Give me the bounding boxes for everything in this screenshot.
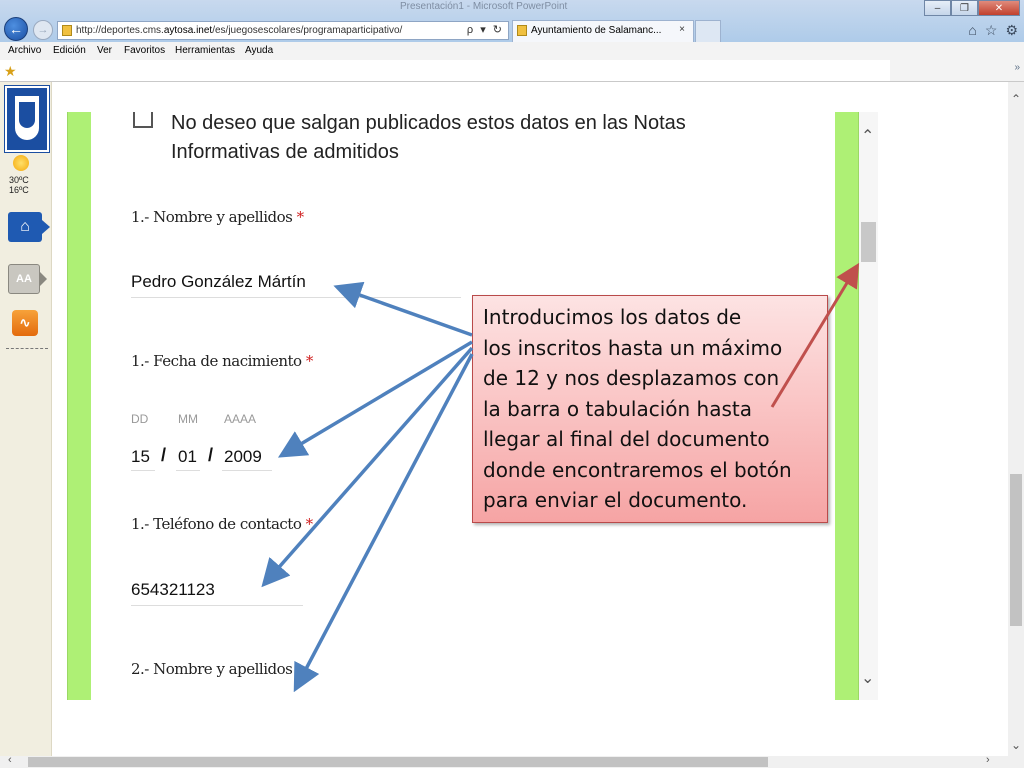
tab-favicon-icon: [517, 25, 527, 36]
back-button[interactable]: ←: [4, 17, 28, 41]
chevron-up-icon[interactable]: ⌃: [861, 126, 874, 146]
q2-name-label: 2.- Nombre y apellidos: [131, 660, 293, 678]
chevron-right-icon[interactable]: ›: [986, 754, 990, 766]
home-icon[interactable]: ⌂: [968, 22, 976, 39]
tab-close-button[interactable]: ×: [679, 24, 685, 35]
publish-optout-label: No deseo que salgan publicados estos dat…: [171, 112, 686, 163]
temp-high: 30ºC: [9, 175, 29, 185]
close-icon: ✕: [994, 2, 1004, 14]
favorites-star-icon[interactable]: ★: [4, 63, 17, 80]
favorites-bar-extension: [890, 60, 1024, 81]
site-sidebar: 30ºC 16ºC ⌂ AA ∿: [0, 82, 52, 756]
sun-icon: [13, 155, 29, 171]
dd-input[interactable]: 15: [131, 447, 150, 467]
sidebar-divider: [6, 348, 48, 349]
q1-name-label: 1.- Nombre y apellidos *: [131, 208, 304, 226]
aaaa-underline: [222, 470, 272, 471]
window-controls: – ❐ ✕: [924, 0, 1020, 16]
chevron-left-icon[interactable]: ‹: [8, 754, 12, 766]
favorites-more-button[interactable]: »: [1014, 62, 1020, 73]
rss-button[interactable]: ∿: [12, 310, 38, 336]
page-vertical-scrollbar[interactable]: ⌃ ⌄: [1008, 82, 1024, 756]
url-prefix: http://deportes.cms.: [76, 25, 164, 36]
restore-button[interactable]: ❐: [951, 0, 978, 16]
aaaa-input[interactable]: 2009: [224, 447, 262, 467]
menu-ver[interactable]: Ver: [97, 45, 112, 56]
forward-arrow-icon: →: [37, 24, 49, 36]
instruction-callout: Introducimos los datos de los inscritos …: [472, 295, 828, 523]
home-icon: ⌂: [20, 218, 30, 235]
minimize-button[interactable]: –: [924, 0, 951, 16]
mm-underline: [176, 470, 200, 471]
form-scrollbar[interactable]: ⌃ ⌄: [859, 112, 878, 700]
chevron-up-icon[interactable]: ⌃: [1011, 92, 1021, 106]
menu-bar: Archivo Edición Ver Favoritos Herramient…: [0, 42, 1024, 60]
q1-phone-label: 1.- Teléfono de contacto *: [131, 515, 313, 533]
toolbar-icons: ⌂ ☆ ⚙: [968, 22, 1018, 39]
restore-icon: ❐: [960, 2, 969, 14]
date-separator: /: [161, 445, 167, 465]
chevron-down-icon[interactable]: ⌄: [1011, 738, 1021, 752]
address-tools[interactable]: ρ ▾ ↻: [467, 23, 504, 36]
close-window-button[interactable]: ✕: [978, 0, 1020, 16]
menu-favoritos[interactable]: Favoritos: [124, 45, 165, 56]
mm-input[interactable]: 01: [178, 447, 197, 467]
menu-ayuda[interactable]: Ayuda: [245, 45, 273, 56]
q1-name-input[interactable]: Pedro González Mártín: [131, 272, 306, 292]
url-domain: aytosa.inet: [163, 25, 213, 36]
page-scrollbar-thumb[interactable]: [1010, 474, 1022, 626]
publish-optout-checkbox[interactable]: [133, 112, 153, 128]
star-icon[interactable]: ☆: [985, 22, 998, 39]
q1-phone-underline: [131, 605, 303, 606]
browser-tab[interactable]: Ayuntamiento de Salamanc... ×: [512, 20, 694, 42]
form-scrollbar-thumb[interactable]: [861, 222, 876, 262]
aaaa-label: AAAA: [224, 412, 257, 426]
browser-titlebar: Presentación1 - Microsoft PowerPoint ← →…: [0, 0, 1024, 42]
rss-icon: ∿: [19, 315, 31, 330]
site-favicon-icon: [62, 25, 72, 36]
text-size-icon: AA: [16, 273, 32, 285]
text-size-button[interactable]: AA: [8, 264, 47, 294]
screen: Presentación1 - Microsoft PowerPoint ← →…: [0, 0, 1024, 768]
green-border-left: [67, 112, 91, 700]
forward-button[interactable]: →: [33, 20, 53, 40]
menu-herramientas[interactable]: Herramientas: [175, 45, 235, 56]
sidebar-home-button[interactable]: ⌂: [8, 212, 50, 242]
coat-of-arms-icon[interactable]: [4, 85, 50, 153]
minimize-icon: –: [934, 2, 941, 14]
back-arrow-icon: ←: [9, 21, 23, 37]
q1-birth-label: 1.- Fecha de nacimiento *: [131, 352, 313, 370]
tab-title: Ayuntamiento de Salamanc...: [531, 25, 662, 36]
dd-underline: [131, 470, 155, 471]
url-path: /es/juegosescolares/programaparticipativ…: [212, 25, 403, 36]
mm-label: MM: [178, 412, 198, 426]
menu-edicion[interactable]: Edición: [53, 45, 86, 56]
new-tab-button[interactable]: [695, 20, 721, 42]
dd-label: DD: [131, 412, 149, 426]
q1-phone-input[interactable]: 654321123: [131, 580, 215, 600]
gear-icon[interactable]: ⚙: [1005, 22, 1018, 39]
menu-archivo[interactable]: Archivo: [8, 45, 41, 56]
page-horizontal-scrollbar[interactable]: ‹ ›: [0, 754, 1024, 768]
callout-text: Introducimos los datos de los inscritos …: [483, 305, 792, 512]
favorites-bar: ★ »: [0, 60, 1024, 82]
horizontal-scrollbar-thumb[interactable]: [28, 757, 768, 767]
chevron-down-icon[interactable]: ⌄: [861, 668, 874, 688]
date-separator: /: [208, 445, 214, 465]
window-title: Presentación1 - Microsoft PowerPoint: [400, 1, 568, 12]
temp-low: 16ºC: [9, 185, 29, 195]
green-border-right: [835, 112, 859, 700]
q1-name-underline: [131, 297, 461, 298]
address-bar[interactable]: http://deportes.cms.aytosa.inet/es/juego…: [57, 21, 509, 40]
